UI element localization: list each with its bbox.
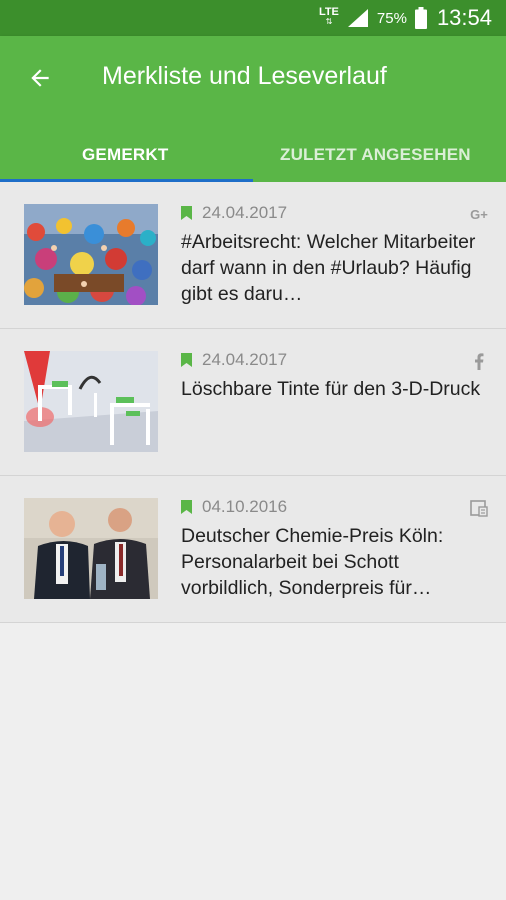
tab-label: ZULETZT ANGESEHEN	[280, 145, 471, 164]
item-meta: 24.04.2017	[181, 350, 287, 370]
article-thumbnail	[24, 351, 158, 452]
arrow-back-icon	[31, 69, 49, 87]
list-item[interactable]: 04.10.2016 Deutscher Chemie-Preis Köln: …	[0, 476, 506, 623]
item-date: 24.04.2017	[202, 203, 288, 222]
lte-indicator: LTE ⇅	[318, 5, 339, 26]
item-date: 04.10.2016	[202, 497, 288, 516]
item-title: #Arbeitsrecht: Welcher Mitarbeiter darf …	[181, 231, 476, 305]
bookmark-icon	[181, 206, 192, 220]
list-item[interactable]: 24.04.2017 Löschbare Tinte für den 3-D-D…	[0, 329, 506, 476]
battery-percent: 75%	[376, 9, 407, 27]
bookmark-icon	[181, 500, 192, 514]
tab-gemerkt[interactable]: GEMERKT	[0, 128, 253, 182]
article-list: 24.04.2017 #Arbeitsrecht: Welcher Mitarb…	[0, 182, 506, 623]
article-thumbnail	[24, 204, 158, 305]
tab-label: GEMERKT	[82, 145, 169, 164]
tab-bar: GEMERKT ZULETZT ANGESEHEN	[0, 128, 506, 182]
item-title: Deutscher Chemie-Preis Köln: Personalarb…	[181, 525, 444, 599]
signal-icon	[347, 9, 368, 27]
item-meta: 04.10.2016	[181, 497, 287, 517]
article-thumbnail	[24, 498, 158, 599]
item-meta: 24.04.2017	[181, 203, 287, 223]
article-icon	[470, 499, 488, 517]
battery-icon	[414, 7, 427, 29]
clock: 13:54	[436, 5, 492, 30]
app-bar: Merkliste und Leseverlauf GEMERKT ZULETZ…	[0, 36, 506, 182]
page-title: Merkliste und Leseverlauf	[102, 62, 387, 90]
item-date: 24.04.2017	[202, 350, 288, 369]
bookmark-icon	[181, 353, 192, 367]
google-plus-icon: G+	[470, 206, 488, 222]
list-item[interactable]: 24.04.2017 #Arbeitsrecht: Welcher Mitarb…	[0, 182, 506, 329]
back-button[interactable]	[22, 60, 58, 96]
item-title: Löschbare Tinte für den 3-D-Druck	[181, 378, 481, 400]
facebook-icon	[470, 352, 488, 370]
tab-zuletzt-angesehen[interactable]: ZULETZT ANGESEHEN	[253, 128, 506, 182]
status-bar: LTE ⇅ 75% 13:54	[0, 0, 506, 36]
